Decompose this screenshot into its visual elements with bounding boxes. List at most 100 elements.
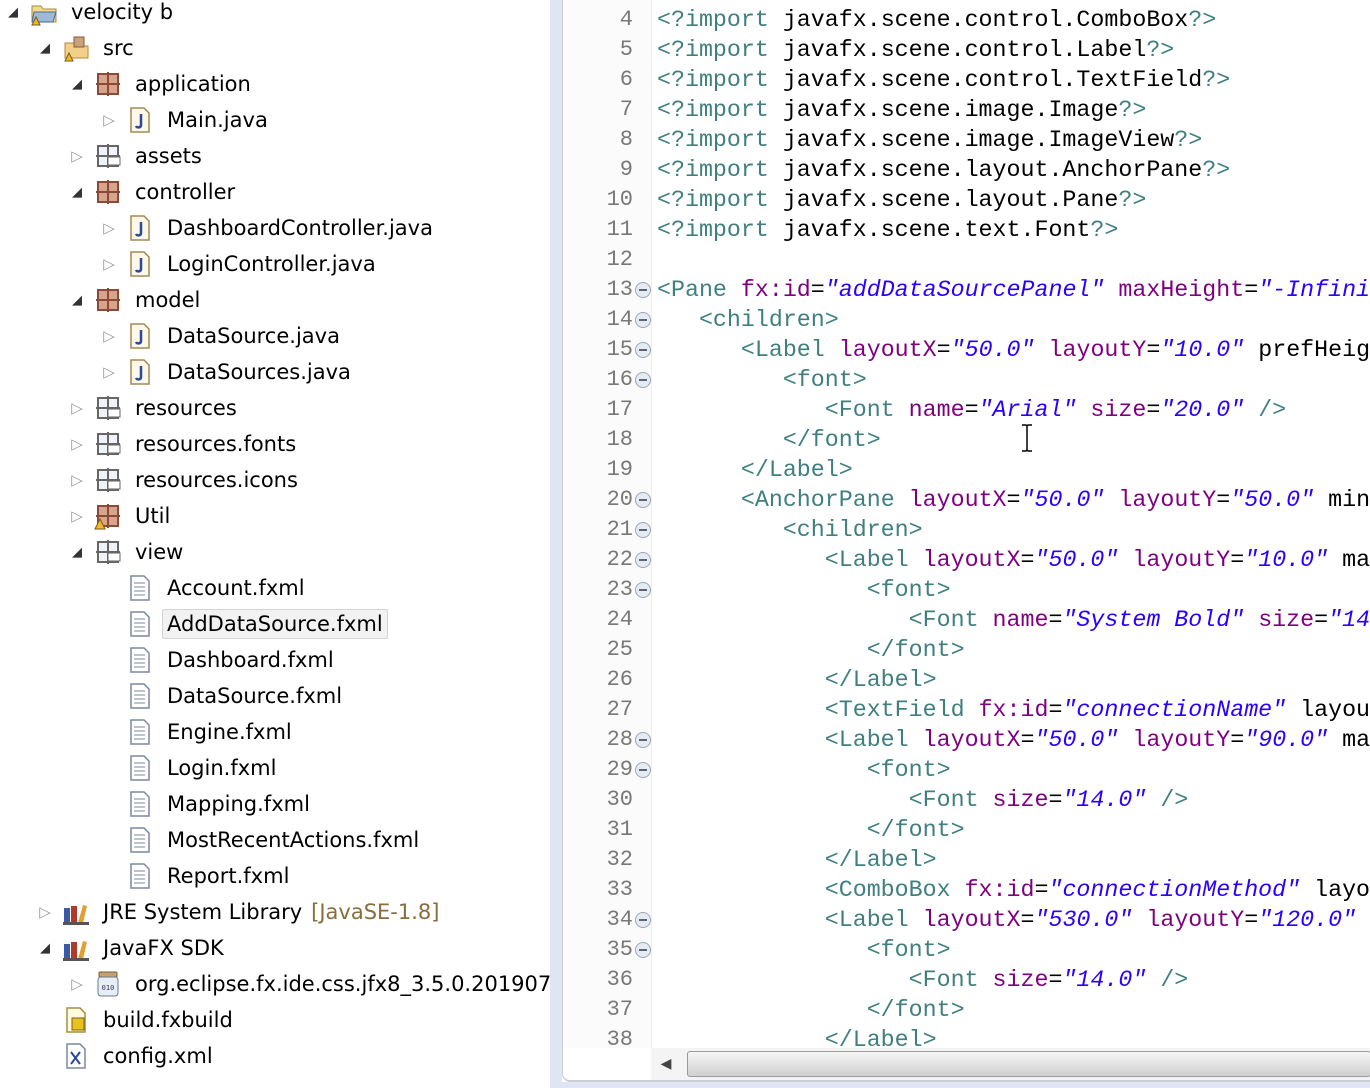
tree-item-label[interactable]: resources.icons: [130, 465, 303, 495]
tree-item[interactable]: ▷ LoginController.java: [0, 247, 381, 281]
code-line[interactable]: </Label>: [657, 455, 853, 485]
collapsed-arrow-icon[interactable]: ▷: [68, 507, 86, 525]
code-line[interactable]: <?import javafx.scene.control.Label?>: [657, 35, 1174, 65]
tree-item-label[interactable]: DataSource.java: [162, 321, 345, 351]
tree-item[interactable]: ▷ assets: [0, 139, 207, 173]
tree-item[interactable]: Mapping.fxml: [0, 787, 315, 821]
tree-item-label[interactable]: AddDataSource.fxml: [162, 609, 388, 639]
tree-item[interactable]: ◢ JavaFX SDK: [0, 931, 229, 965]
tree-item-label[interactable]: MostRecentActions.fxml: [162, 825, 424, 855]
tree-item-label[interactable]: src: [98, 33, 139, 63]
tree-item-label[interactable]: Main.java: [162, 105, 273, 135]
code-line[interactable]: <TextField fx:id="connectionName" layou: [657, 695, 1370, 725]
tree-item-label[interactable]: DashboardController.java: [162, 213, 438, 243]
tree-item[interactable]: ▷ resources: [0, 391, 242, 425]
expanded-arrow-icon[interactable]: ◢: [68, 75, 86, 93]
tree-item[interactable]: Report.fxml: [0, 859, 294, 893]
code-line[interactable]: </Label>: [657, 845, 937, 875]
tree-item[interactable]: ▷ 010 org.eclipse.fx.ide.css.jfx8_3.5.0.20…: [0, 967, 550, 1001]
tree-item-label[interactable]: resources: [130, 393, 242, 423]
tree-item-label[interactable]: DataSources.java: [162, 357, 356, 387]
tree-item-label[interactable]: Report.fxml: [162, 861, 294, 891]
expanded-arrow-icon[interactable]: ◢: [68, 183, 86, 201]
fold-collapse-icon[interactable]: [635, 312, 651, 328]
tree-item-label[interactable]: resources.fonts: [130, 429, 301, 459]
collapsed-arrow-icon[interactable]: ▷: [100, 111, 118, 129]
fold-collapse-icon[interactable]: [635, 912, 651, 928]
tree-item-label[interactable]: config.xml: [98, 1041, 218, 1071]
tree-item[interactable]: ▷ DataSources.java: [0, 355, 356, 389]
fold-collapse-icon[interactable]: [635, 372, 651, 388]
code-line[interactable]: <Pane fx:id="addDataSourcePanel" maxHeig…: [657, 275, 1370, 305]
tree-item[interactable]: Engine.fxml: [0, 715, 297, 749]
code-line[interactable]: <?import javafx.scene.layout.Pane?>: [657, 185, 1146, 215]
tree-item-label[interactable]: org.eclipse.fx.ide.css.jfx8_3.5.0.201907…: [130, 969, 550, 999]
tree-item-label[interactable]: Account.fxml: [162, 573, 310, 603]
collapsed-arrow-icon[interactable]: ▷: [68, 147, 86, 165]
code-line[interactable]: <font>: [657, 365, 867, 395]
tree-item[interactable]: Account.fxml: [0, 571, 310, 605]
collapsed-arrow-icon[interactable]: ▷: [100, 255, 118, 273]
tree-item[interactable]: AddDataSource.fxml: [0, 607, 388, 641]
fold-collapse-icon[interactable]: [635, 732, 651, 748]
code-line[interactable]: <Font name="Arial" size="20.0" />: [657, 395, 1286, 425]
code-line[interactable]: <ComboBox fx:id="connectionMethod" layo: [657, 875, 1370, 905]
collapsed-arrow-icon[interactable]: ▷: [100, 327, 118, 345]
expanded-arrow-icon[interactable]: ◢: [4, 3, 22, 21]
scrollbar-thumb[interactable]: [687, 1051, 1370, 1077]
tree-item[interactable]: ▷ DashboardController.java: [0, 211, 438, 245]
view-separator[interactable]: [550, 0, 562, 1088]
expanded-arrow-icon[interactable]: ◢: [36, 39, 54, 57]
tree-item[interactable]: MostRecentActions.fxml: [0, 823, 424, 857]
code-line[interactable]: <?import javafx.scene.image.Image?>: [657, 95, 1146, 125]
collapsed-arrow-icon[interactable]: ▷: [100, 219, 118, 237]
code-line[interactable]: <Label layoutX="50.0" layoutY="90.0" ma: [657, 725, 1370, 755]
code-line[interactable]: <?import javafx.scene.control.ComboBox?>: [657, 5, 1216, 35]
tree-item[interactable]: ◢ src: [0, 31, 139, 65]
code-editor[interactable]: 4 5 6 7 8 9 10 11 12 13 14 15 16 17 18 19 20 21 22 23 24 25 26…: [562, 0, 1370, 1082]
tree-item-label[interactable]: build.fxbuild: [98, 1005, 238, 1035]
package-explorer-tree[interactable]: ◢ velocity b ◢ src ◢ application ▷ Main.java ▷ as…: [0, 0, 550, 1088]
code-line[interactable]: </font>: [657, 815, 965, 845]
tree-item-label[interactable]: JavaFX SDK: [98, 933, 229, 963]
fold-collapse-icon[interactable]: [635, 762, 651, 778]
code-line[interactable]: <Font name="System Bold" size="14: [657, 605, 1370, 635]
tree-item-label[interactable]: Login.fxml: [162, 753, 281, 783]
collapsed-arrow-icon[interactable]: ▷: [68, 435, 86, 453]
tree-item-label[interactable]: model: [130, 285, 205, 315]
code-line[interactable]: <?import javafx.scene.image.ImageView?>: [657, 125, 1202, 155]
code-line[interactable]: <AnchorPane layoutX="50.0" layoutY="50.0…: [657, 485, 1370, 515]
code-line[interactable]: <children>: [657, 515, 923, 545]
code-area[interactable]: <?import javafx.scene.control.ComboBox?>…: [657, 0, 1370, 1048]
tree-item-label[interactable]: Util: [130, 501, 175, 531]
collapsed-arrow-icon[interactable]: ▷: [68, 975, 86, 993]
collapsed-arrow-icon[interactable]: ▷: [68, 399, 86, 417]
expanded-arrow-icon[interactable]: ◢: [68, 543, 86, 561]
tree-item-label[interactable]: Mapping.fxml: [162, 789, 315, 819]
tree-item[interactable]: ▷ JRE System Library [JavaSE-1.8]: [0, 895, 439, 929]
code-line[interactable]: </font>: [657, 995, 965, 1025]
fold-collapse-icon[interactable]: [635, 552, 651, 568]
tree-item-label[interactable]: Engine.fxml: [162, 717, 297, 747]
code-line[interactable]: <?import javafx.scene.control.TextField?…: [657, 65, 1230, 95]
code-line[interactable]: <Label layoutX="50.0" layoutY="10.0" pre…: [657, 335, 1370, 365]
code-line[interactable]: <?import javafx.scene.layout.AnchorPane?…: [657, 155, 1230, 185]
fold-collapse-icon[interactable]: [635, 942, 651, 958]
fold-collapse-icon[interactable]: [635, 582, 651, 598]
tree-item[interactable]: build.fxbuild: [0, 1003, 238, 1037]
tree-item[interactable]: ◢ controller: [0, 175, 240, 209]
fold-collapse-icon[interactable]: [635, 492, 651, 508]
tree-item-label[interactable]: LoginController.java: [162, 249, 381, 279]
tree-item[interactable]: ◢ view: [0, 535, 188, 569]
tree-item[interactable]: ▷ Main.java: [0, 103, 273, 137]
code-line[interactable]: <Label layoutX="530.0" layoutY="120.0": [657, 905, 1356, 935]
code-line[interactable]: </font>: [657, 425, 881, 455]
tree-item-label[interactable]: DataSource.fxml: [162, 681, 347, 711]
tree-item-label[interactable]: controller: [130, 177, 240, 207]
horizontal-scrollbar[interactable]: ◀: [651, 1048, 1370, 1080]
tree-item[interactable]: Dashboard.fxml: [0, 643, 339, 677]
fold-collapse-icon[interactable]: [635, 282, 651, 298]
code-line[interactable]: <font>: [657, 755, 951, 785]
fold-collapse-icon[interactable]: [635, 522, 651, 538]
tree-item[interactable]: Login.fxml: [0, 751, 281, 785]
